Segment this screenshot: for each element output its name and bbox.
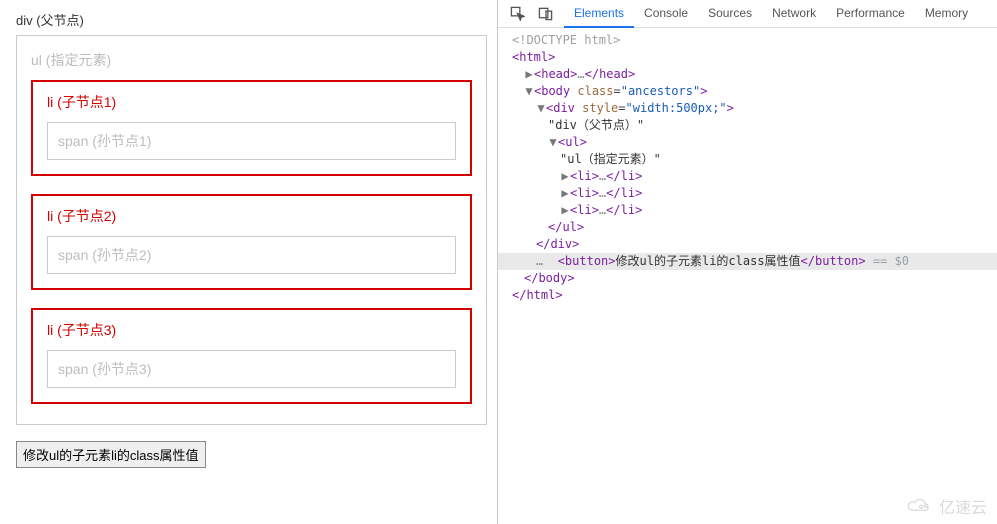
dom-body-close[interactable]: </body> xyxy=(498,270,997,287)
watermark: 亿速云 xyxy=(905,494,987,518)
dom-body-open[interactable]: ▼<body class="ancestors"> xyxy=(498,83,997,100)
li-1-label: li (子节点1) xyxy=(47,92,456,112)
span-box-2: span (孙节点2) xyxy=(47,236,456,274)
page-viewport: div (父节点) ul (指定元素) li (子节点1) span (孙节点1… xyxy=(0,0,498,524)
dom-button[interactable]: … <button>修改ul的子元素li的class属性值</button> =… xyxy=(498,253,997,270)
tab-performance[interactable]: Performance xyxy=(826,0,915,28)
dom-tree[interactable]: <!DOCTYPE html> <html> ▶<head>…</head> ▼… xyxy=(498,28,997,524)
dom-doctype[interactable]: <!DOCTYPE html> xyxy=(498,32,997,49)
div-label: div (父节点) xyxy=(16,10,487,29)
watermark-text: 亿速云 xyxy=(939,494,987,518)
devtools-panel: Elements Console Sources Network Perform… xyxy=(498,0,997,524)
device-toggle-icon[interactable] xyxy=(532,1,558,27)
ul-label: ul (指定元素) xyxy=(31,50,472,70)
dom-div-text[interactable]: "div（父节点）" xyxy=(498,117,997,134)
li-2-label: li (子节点2) xyxy=(47,206,456,226)
li-box-1: li (子节点1) span (孙节点1) xyxy=(31,80,472,176)
tab-elements[interactable]: Elements xyxy=(564,0,634,28)
dom-li-1[interactable]: ▶<li>…</li> xyxy=(498,168,997,185)
dom-html-open[interactable]: <html> xyxy=(498,49,997,66)
dom-html-close[interactable]: </html> xyxy=(498,287,997,304)
ul-box: ul (指定元素) li (子节点1) span (孙节点1) li (子节点2… xyxy=(16,35,487,425)
li-3-label: li (子节点3) xyxy=(47,320,456,340)
dom-ul-text[interactable]: "ul（指定元素）" xyxy=(498,151,997,168)
dom-div-open[interactable]: ▼<div style="width:500px;"> xyxy=(498,100,997,117)
change-class-button[interactable]: 修改ul的子元素li的class属性值 xyxy=(16,441,206,468)
span-box-3: span (孙节点3) xyxy=(47,350,456,388)
tab-memory[interactable]: Memory xyxy=(915,0,978,28)
span-box-1: span (孙节点1) xyxy=(47,122,456,160)
outer-div: div (父节点) ul (指定元素) li (子节点1) span (孙节点1… xyxy=(16,10,487,425)
li-box-2: li (子节点2) span (孙节点2) xyxy=(31,194,472,290)
devtools-toolbar: Elements Console Sources Network Perform… xyxy=(498,0,997,28)
tab-sources[interactable]: Sources xyxy=(698,0,762,28)
dom-li-3[interactable]: ▶<li>…</li> xyxy=(498,202,997,219)
dom-div-close[interactable]: </div> xyxy=(498,236,997,253)
cloud-icon xyxy=(905,497,933,515)
span-3-label: span (孙节点3) xyxy=(58,361,151,377)
dom-ul-close[interactable]: </ul> xyxy=(498,219,997,236)
devtools-tabs: Elements Console Sources Network Perform… xyxy=(564,0,978,28)
dom-li-2[interactable]: ▶<li>…</li> xyxy=(498,185,997,202)
li-box-3: li (子节点3) span (孙节点3) xyxy=(31,308,472,404)
dom-head[interactable]: ▶<head>…</head> xyxy=(498,66,997,83)
dom-ul-open[interactable]: ▼<ul> xyxy=(498,134,997,151)
inspect-element-icon[interactable] xyxy=(504,1,530,27)
span-2-label: span (孙节点2) xyxy=(58,247,151,263)
span-1-label: span (孙节点1) xyxy=(58,133,151,149)
tab-console[interactable]: Console xyxy=(634,0,698,28)
tab-network[interactable]: Network xyxy=(762,0,826,28)
